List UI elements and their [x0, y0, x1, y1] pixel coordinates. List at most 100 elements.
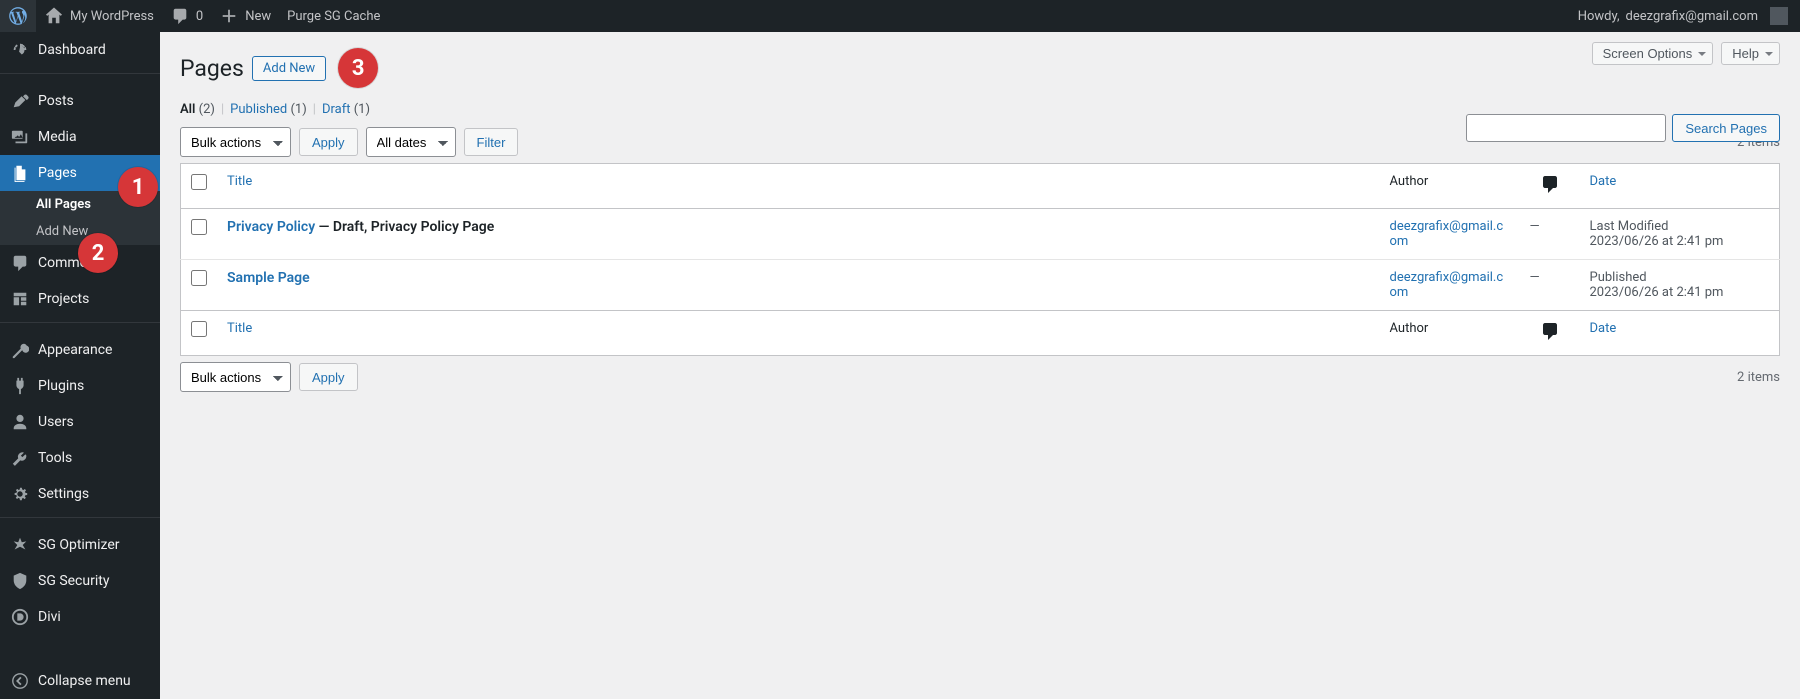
separator: | — [221, 102, 224, 117]
filter-all-count: (2) — [199, 102, 215, 117]
menu-separator — [0, 322, 160, 327]
menu-media[interactable]: Media — [0, 119, 160, 155]
row-title-link[interactable]: Sample Page — [227, 270, 310, 286]
home-icon — [44, 6, 64, 26]
col-date-footer[interactable]: Date — [1580, 311, 1780, 356]
comments-count: 0 — [196, 9, 203, 24]
row-date-status: Last Modified — [1590, 219, 1770, 234]
settings-icon — [10, 484, 30, 504]
bulk-actions-select-bottom[interactable]: Bulk actions — [180, 362, 291, 392]
row-author-link[interactable]: deezgrafix@gmail.com — [1390, 219, 1504, 249]
row-date-status: Published — [1590, 270, 1770, 285]
annotation-1: 1 — [118, 167, 158, 207]
filter-all[interactable]: All — [180, 102, 199, 117]
select-all-top[interactable] — [191, 174, 207, 190]
row-comments: — — [1520, 209, 1580, 260]
filter-published-count: (1) — [290, 102, 306, 117]
pin-icon — [10, 91, 30, 111]
menu-appearance[interactable]: Appearance — [0, 332, 160, 368]
table-row: Privacy Policy — Draft, Privacy Policy P… — [181, 209, 1780, 260]
purge-cache-link[interactable]: Purge SG Cache — [279, 0, 388, 32]
filter-draft[interactable]: Draft — [322, 102, 354, 117]
menu-sg-security-label: SG Security — [38, 573, 109, 589]
col-title-footer[interactable]: Title — [217, 311, 1380, 356]
row-comments: — — [1520, 260, 1580, 311]
menu-sg-optimizer[interactable]: SG Optimizer — [0, 527, 160, 563]
submenu-add-new[interactable]: Add New — [0, 218, 160, 245]
purge-cache-text: Purge SG Cache — [287, 9, 380, 24]
menu-projects[interactable]: Projects — [0, 281, 160, 317]
menu-settings[interactable]: Settings — [0, 476, 160, 512]
search-button[interactable]: Search Pages — [1672, 114, 1780, 142]
plus-icon — [219, 6, 239, 26]
sg-security-icon — [10, 571, 30, 591]
pages-table: Title Author Date Privacy Policy — Draft… — [180, 163, 1780, 356]
users-icon — [10, 412, 30, 432]
bulk-actions-select-top[interactable]: Bulk actions — [180, 127, 291, 157]
row-checkbox[interactable] — [191, 219, 207, 235]
menu-appearance-label: Appearance — [38, 342, 112, 358]
filter-published[interactable]: Published — [230, 102, 290, 117]
howdy-user: deezgrafix@gmail.com — [1626, 9, 1758, 24]
tablenav-bottom: Bulk actions Apply 2 items — [180, 362, 1780, 392]
comments-menu-icon — [10, 253, 30, 273]
comment-bubble-icon — [1540, 183, 1560, 198]
main-content: Screen Options Help Pages Add New 3 All … — [160, 32, 1800, 699]
row-title-link[interactable]: Privacy Policy — [227, 219, 315, 235]
comment-icon — [170, 6, 190, 26]
menu-projects-label: Projects — [38, 291, 89, 307]
page-title: Pages — [180, 55, 244, 82]
tools-icon — [10, 448, 30, 468]
menu-dashboard[interactable]: Dashboard — [0, 32, 160, 68]
collapse-icon — [10, 671, 30, 691]
menu-separator — [0, 517, 160, 522]
site-name-link[interactable]: My WordPress — [36, 0, 162, 32]
projects-icon — [10, 289, 30, 309]
menu-sg-security[interactable]: SG Security — [0, 563, 160, 599]
menu-tools[interactable]: Tools — [0, 440, 160, 476]
divi-icon — [10, 607, 30, 627]
menu-tools-label: Tools — [38, 450, 72, 466]
menu-posts-label: Posts — [38, 93, 74, 109]
site-name-text: My WordPress — [70, 9, 154, 24]
col-comments-footer[interactable] — [1520, 311, 1580, 356]
admin-bar: My WordPress 0 New Purge SG Cache Howdy,… — [0, 0, 1800, 32]
menu-divi[interactable]: Divi — [0, 599, 160, 635]
menu-users[interactable]: Users — [0, 404, 160, 440]
menu-sg-optimizer-label: SG Optimizer — [38, 537, 119, 553]
col-title-header[interactable]: Title — [217, 164, 1380, 209]
annotation-3: 3 — [338, 48, 378, 88]
my-account-link[interactable]: Howdy, deezgrafix@gmail.com — [1570, 0, 1800, 32]
col-comments-header[interactable] — [1520, 164, 1580, 209]
sg-optimizer-icon — [10, 535, 30, 555]
select-all-bottom[interactable] — [191, 321, 207, 337]
menu-separator — [0, 73, 160, 78]
add-new-button[interactable]: Add New — [252, 56, 326, 81]
wp-logo[interactable] — [0, 0, 36, 32]
collapse-menu[interactable]: Collapse menu — [0, 663, 160, 699]
separator: | — [313, 102, 316, 117]
comments-link[interactable]: 0 — [162, 0, 211, 32]
comment-bubble-icon — [1540, 330, 1560, 345]
col-date-header[interactable]: Date — [1580, 164, 1780, 209]
admin-menu: Dashboard Posts Media Pages All Pages Ad… — [0, 32, 160, 699]
table-row: Sample Page deezgrafix@gmail.com — Publi… — [181, 260, 1780, 311]
dates-select[interactable]: All dates — [366, 127, 456, 157]
new-content-text: New — [245, 9, 271, 24]
menu-plugins[interactable]: Plugins — [0, 368, 160, 404]
search-input[interactable] — [1466, 114, 1666, 142]
avatar — [1770, 7, 1788, 25]
bulk-apply-bottom[interactable]: Apply — [299, 363, 358, 391]
filter-button[interactable]: Filter — [464, 128, 519, 156]
row-date-value: 2023/06/26 at 2:41 pm — [1590, 234, 1770, 249]
plugins-icon — [10, 376, 30, 396]
row-post-state: — Draft, Privacy Policy Page — [315, 219, 494, 235]
menu-posts[interactable]: Posts — [0, 83, 160, 119]
new-content-link[interactable]: New — [211, 0, 279, 32]
bulk-apply-top[interactable]: Apply — [299, 128, 358, 156]
col-author-header: Author — [1380, 164, 1520, 209]
items-count-bottom: 2 items — [1737, 370, 1780, 385]
row-author-link[interactable]: deezgrafix@gmail.com — [1390, 270, 1504, 300]
appearance-icon — [10, 340, 30, 360]
row-checkbox[interactable] — [191, 270, 207, 286]
